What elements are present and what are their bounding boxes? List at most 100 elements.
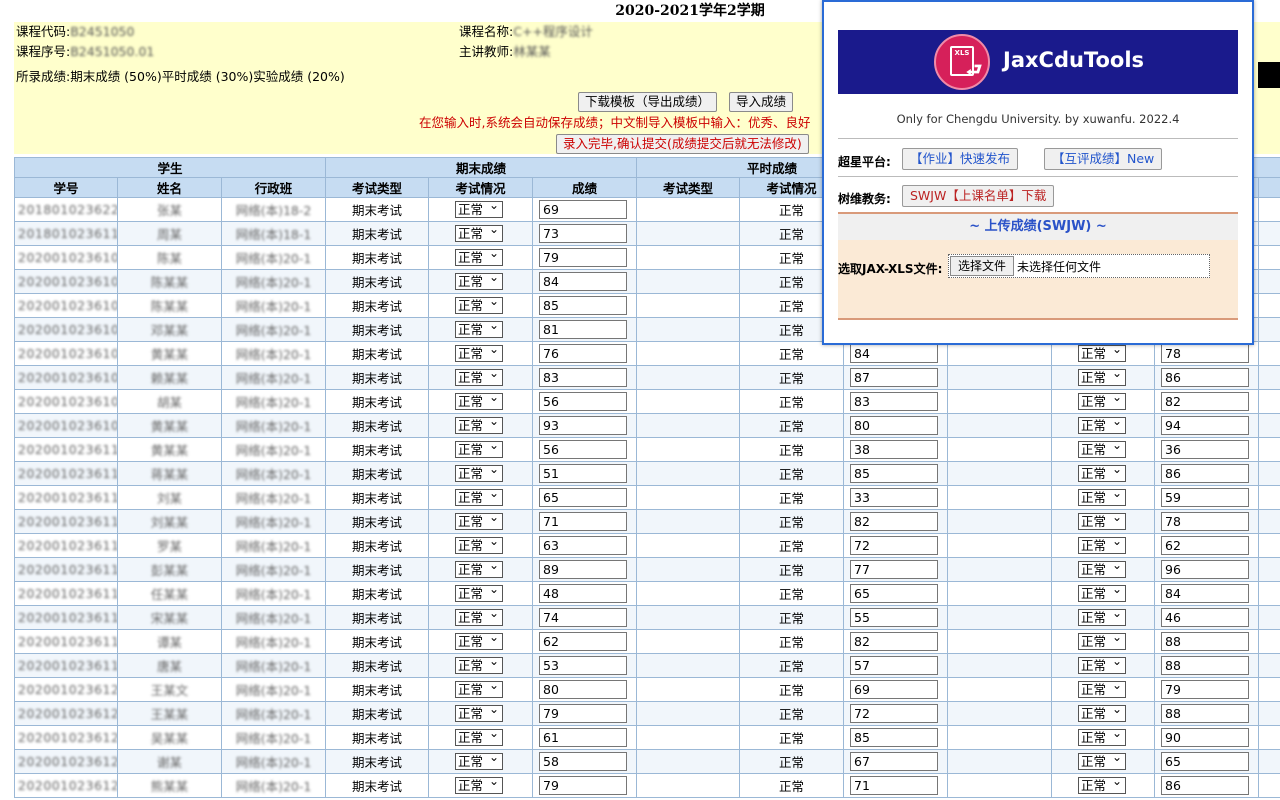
exam-status-select[interactable]: 正常 [455, 463, 503, 482]
usual-score-input[interactable]: 67 [850, 752, 939, 771]
score-input[interactable]: 73 [539, 224, 627, 243]
usual-score-input[interactable]: 71 [850, 776, 939, 795]
ext-status-select[interactable]: 正常 [1078, 415, 1127, 434]
score-input[interactable]: 65 [539, 488, 627, 507]
ext-score-input[interactable]: 36 [1161, 440, 1250, 459]
exam-status-select[interactable]: 正常 [455, 727, 503, 746]
exam-status-select[interactable]: 正常 [455, 655, 503, 674]
exam-status-select[interactable]: 正常 [455, 583, 503, 602]
ext-score-input[interactable]: 86 [1161, 776, 1250, 795]
ext-score-input[interactable]: 88 [1161, 632, 1250, 651]
score-input[interactable]: 56 [539, 440, 627, 459]
score-input[interactable]: 71 [539, 512, 627, 531]
score-input[interactable]: 58 [539, 752, 627, 771]
score-input[interactable]: 80 [539, 680, 627, 699]
ext-status-select[interactable]: 正常 [1078, 679, 1127, 698]
exam-status-select[interactable]: 正常 [455, 775, 503, 794]
ext-status-select[interactable]: 正常 [1078, 583, 1127, 602]
usual-score-input[interactable]: 33 [850, 488, 939, 507]
usual-score-input[interactable]: 85 [850, 728, 939, 747]
exam-status-select[interactable]: 正常 [455, 367, 503, 386]
usual-score-input[interactable]: 83 [850, 392, 939, 411]
ext-score-input[interactable]: 88 [1161, 656, 1250, 675]
ext-score-input[interactable]: 62 [1161, 536, 1250, 555]
score-input[interactable]: 74 [539, 608, 627, 627]
ext-status-select[interactable]: 正常 [1078, 343, 1127, 362]
score-input[interactable]: 51 [539, 464, 627, 483]
usual-score-input[interactable]: 84 [850, 344, 939, 363]
ext-status-select[interactable]: 正常 [1078, 487, 1127, 506]
usual-score-input[interactable]: 72 [850, 704, 939, 723]
ext-status-select[interactable]: 正常 [1078, 703, 1127, 722]
score-input[interactable]: 84 [539, 272, 627, 291]
usual-score-input[interactable]: 57 [850, 656, 939, 675]
score-input[interactable]: 62 [539, 632, 627, 651]
ext-status-select[interactable]: 正常 [1078, 511, 1127, 530]
ext-score-input[interactable]: 65 [1161, 752, 1250, 771]
ext-status-select[interactable]: 正常 [1078, 559, 1127, 578]
ext-score-input[interactable]: 88 [1161, 704, 1250, 723]
ext-status-select[interactable]: 正常 [1078, 751, 1127, 770]
exam-status-select[interactable]: 正常 [455, 703, 503, 722]
ext-score-input[interactable]: 84 [1161, 584, 1250, 603]
usual-score-input[interactable]: 77 [850, 560, 939, 579]
ext-score-input[interactable]: 86 [1161, 464, 1250, 483]
ext-score-input[interactable]: 82 [1161, 392, 1250, 411]
exam-status-select[interactable]: 正常 [455, 607, 503, 626]
usual-score-input[interactable]: 82 [850, 512, 939, 531]
exam-status-select[interactable]: 正常 [455, 559, 503, 578]
usual-score-input[interactable]: 55 [850, 608, 939, 627]
usual-score-input[interactable]: 82 [850, 632, 939, 651]
exam-status-select[interactable]: 正常 [455, 319, 503, 338]
exam-status-select[interactable]: 正常 [455, 391, 503, 410]
file-input[interactable]: 选择文件 未选择任何文件 [948, 254, 1210, 278]
ext-score-input[interactable]: 86 [1161, 368, 1250, 387]
score-input[interactable]: 89 [539, 560, 627, 579]
ext-score-input[interactable]: 94 [1161, 416, 1250, 435]
score-input[interactable]: 61 [539, 728, 627, 747]
ext-score-input[interactable]: 96 [1161, 560, 1250, 579]
score-input[interactable]: 69 [539, 200, 627, 219]
exam-status-select[interactable]: 正常 [455, 535, 503, 554]
usual-score-input[interactable]: 87 [850, 368, 939, 387]
ext-status-select[interactable]: 正常 [1078, 535, 1127, 554]
submit-confirm-button[interactable]: 录入完毕,确认提交(成绩提交后就无法修改) [556, 134, 809, 154]
choose-file-button[interactable]: 选择文件 [950, 256, 1015, 276]
ext-status-select[interactable]: 正常 [1078, 631, 1127, 650]
ext-score-input[interactable]: 46 [1161, 608, 1250, 627]
exam-status-select[interactable]: 正常 [455, 751, 503, 770]
usual-score-input[interactable]: 80 [850, 416, 939, 435]
usual-score-input[interactable]: 65 [850, 584, 939, 603]
exam-status-select[interactable]: 正常 [455, 511, 503, 530]
score-input[interactable]: 85 [539, 296, 627, 315]
score-input[interactable]: 79 [539, 776, 627, 795]
score-input[interactable]: 81 [539, 320, 627, 339]
usual-score-input[interactable]: 85 [850, 464, 939, 483]
download-template-button[interactable]: 下载模板（导出成绩） [578, 92, 718, 112]
score-input[interactable]: 63 [539, 536, 627, 555]
ext-score-input[interactable]: 59 [1161, 488, 1250, 507]
ext-score-input[interactable]: 79 [1161, 680, 1250, 699]
ext-status-select[interactable]: 正常 [1078, 655, 1127, 674]
score-input[interactable]: 48 [539, 584, 627, 603]
exam-status-select[interactable]: 正常 [455, 223, 503, 242]
homework-publish-button[interactable]: 【作业】快速发布 [902, 148, 1019, 170]
ext-score-input[interactable]: 90 [1161, 728, 1250, 747]
score-input[interactable]: 76 [539, 344, 627, 363]
exam-status-select[interactable]: 正常 [455, 415, 503, 434]
exam-status-select[interactable]: 正常 [455, 439, 503, 458]
score-input[interactable]: 53 [539, 656, 627, 675]
exam-status-select[interactable]: 正常 [455, 247, 503, 266]
exam-status-select[interactable]: 正常 [455, 271, 503, 290]
ext-score-input[interactable]: 78 [1161, 344, 1250, 363]
score-input[interactable]: 79 [539, 704, 627, 723]
exam-status-select[interactable]: 正常 [455, 295, 503, 314]
score-input[interactable]: 83 [539, 368, 627, 387]
exam-status-select[interactable]: 正常 [455, 487, 503, 506]
exam-status-select[interactable]: 正常 [455, 199, 503, 218]
usual-score-input[interactable]: 72 [850, 536, 939, 555]
ext-status-select[interactable]: 正常 [1078, 727, 1127, 746]
exam-status-select[interactable]: 正常 [455, 343, 503, 362]
score-input[interactable]: 79 [539, 248, 627, 267]
ext-status-select[interactable]: 正常 [1078, 439, 1127, 458]
